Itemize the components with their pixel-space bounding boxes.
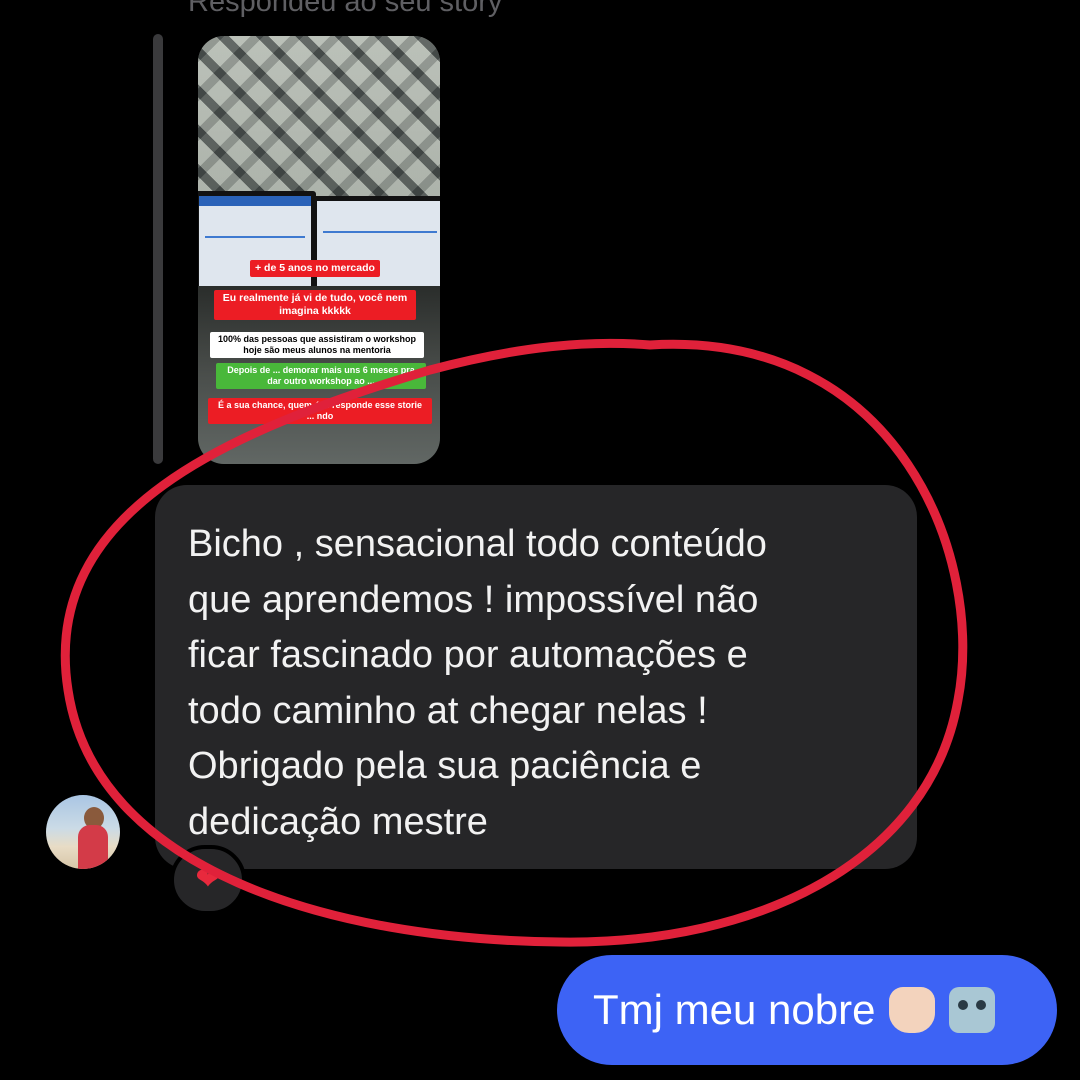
heart-icon: ❤ bbox=[195, 863, 221, 896]
story-monitor-left bbox=[198, 191, 316, 293]
reply-header: Respondeu ao seu story bbox=[188, 0, 503, 18]
story-tag: + de 5 anos no mercado bbox=[250, 260, 380, 277]
story-tag: 100% das pessoas que assistiram o worksh… bbox=[210, 332, 424, 358]
story-tag: Depois de ... demorar mais uns 6 meses p… bbox=[216, 363, 426, 389]
sent-message-text: Tmj meu nobre bbox=[593, 986, 876, 1033]
fist-icon bbox=[889, 987, 936, 1033]
sender-avatar[interactable] bbox=[46, 795, 120, 869]
sent-message-bubble[interactable]: Tmj meu nobre bbox=[557, 955, 1057, 1065]
quote-bar bbox=[153, 34, 163, 464]
message-reaction[interactable]: ❤ bbox=[170, 845, 246, 915]
story-tag: Eu realmente já vi de tudo, você nem ima… bbox=[214, 290, 416, 320]
received-message-bubble[interactable]: Bicho , sensacional todo conteúdo que ap… bbox=[155, 485, 917, 869]
story-tag: É a sua chance, quem é ... responde esse… bbox=[208, 398, 432, 424]
story-preview[interactable]: + de 5 anos no mercado Eu realmente já v… bbox=[198, 36, 440, 464]
robot-icon bbox=[949, 987, 996, 1033]
story-wall-background bbox=[198, 36, 440, 216]
received-message-text: Bicho , sensacional todo conteúdo que ap… bbox=[188, 523, 767, 843]
